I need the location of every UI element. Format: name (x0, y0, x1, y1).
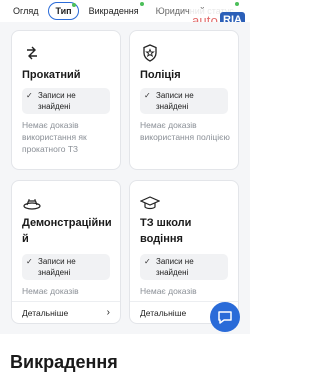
police-badge-icon (143, 44, 157, 62)
card-rental: Прокатний ✓ Записи не знайдені Немає док… (11, 30, 121, 170)
tab-overview[interactable]: Огляд (6, 2, 45, 20)
status-text: Записи не (38, 91, 76, 100)
status-text: знайдені (38, 102, 71, 111)
card-title: Прокатний (22, 69, 81, 81)
details-link[interactable]: Детальніше › (12, 301, 120, 323)
card-note: Немає доказів використання поліцією (140, 120, 230, 142)
chat-icon (218, 311, 232, 324)
status-dot (234, 2, 239, 6)
card-note: Немає доказів використання як прокатного… (22, 120, 87, 154)
status-box: ✓ Записи не знайдені (140, 254, 228, 280)
card-demo: Демонстраційни й ✓ Записи не знайдені Не… (11, 180, 121, 324)
check-icon: ✓ (26, 91, 33, 100)
chevron-right-icon: › (106, 307, 110, 318)
check-icon: ✓ (144, 257, 151, 266)
title-line: водіння (140, 233, 183, 245)
rental-swap-icon (27, 46, 37, 60)
card-title: Поліція (140, 69, 181, 81)
status-text: знайдені (38, 268, 71, 277)
title-line: ТЗ школи (140, 217, 192, 229)
status-box: ✓ Записи не знайдені (140, 88, 228, 114)
details-label: Детальніше (22, 308, 69, 318)
card-note: Немає доказів (140, 286, 197, 296)
title-line: Демонстраційни (22, 217, 112, 229)
demo-car-icon (23, 199, 41, 210)
card-title: ТЗ школи водіння (140, 215, 191, 247)
status-text: знайдені (156, 102, 189, 111)
title-line: й (22, 233, 29, 245)
chat-button[interactable] (210, 302, 240, 332)
status-box: ✓ Записи не знайдені (22, 254, 110, 280)
status-dot (139, 2, 144, 6)
status-text: Записи не (156, 257, 194, 266)
status-text: Записи не (38, 257, 76, 266)
status-box: ✓ Записи не знайдені (22, 88, 110, 114)
status-text: Записи не (156, 91, 194, 100)
status-text: знайдені (156, 268, 189, 277)
card-note: Немає доказів (22, 286, 79, 296)
check-icon: ✓ (26, 257, 33, 266)
graduation-cap-icon (140, 196, 160, 210)
check-icon: ✓ (144, 91, 151, 100)
status-dot (71, 3, 76, 7)
card-police: Поліція ✓ Записи не знайдені Немає доказ… (129, 30, 239, 170)
tab-type[interactable]: Тип (48, 2, 79, 20)
section-title-theft: Викрадення (10, 352, 118, 372)
details-label: Детальніше (140, 308, 187, 318)
tab-theft[interactable]: Викрадення (82, 2, 146, 20)
card-title: Демонстраційни й (22, 215, 112, 247)
